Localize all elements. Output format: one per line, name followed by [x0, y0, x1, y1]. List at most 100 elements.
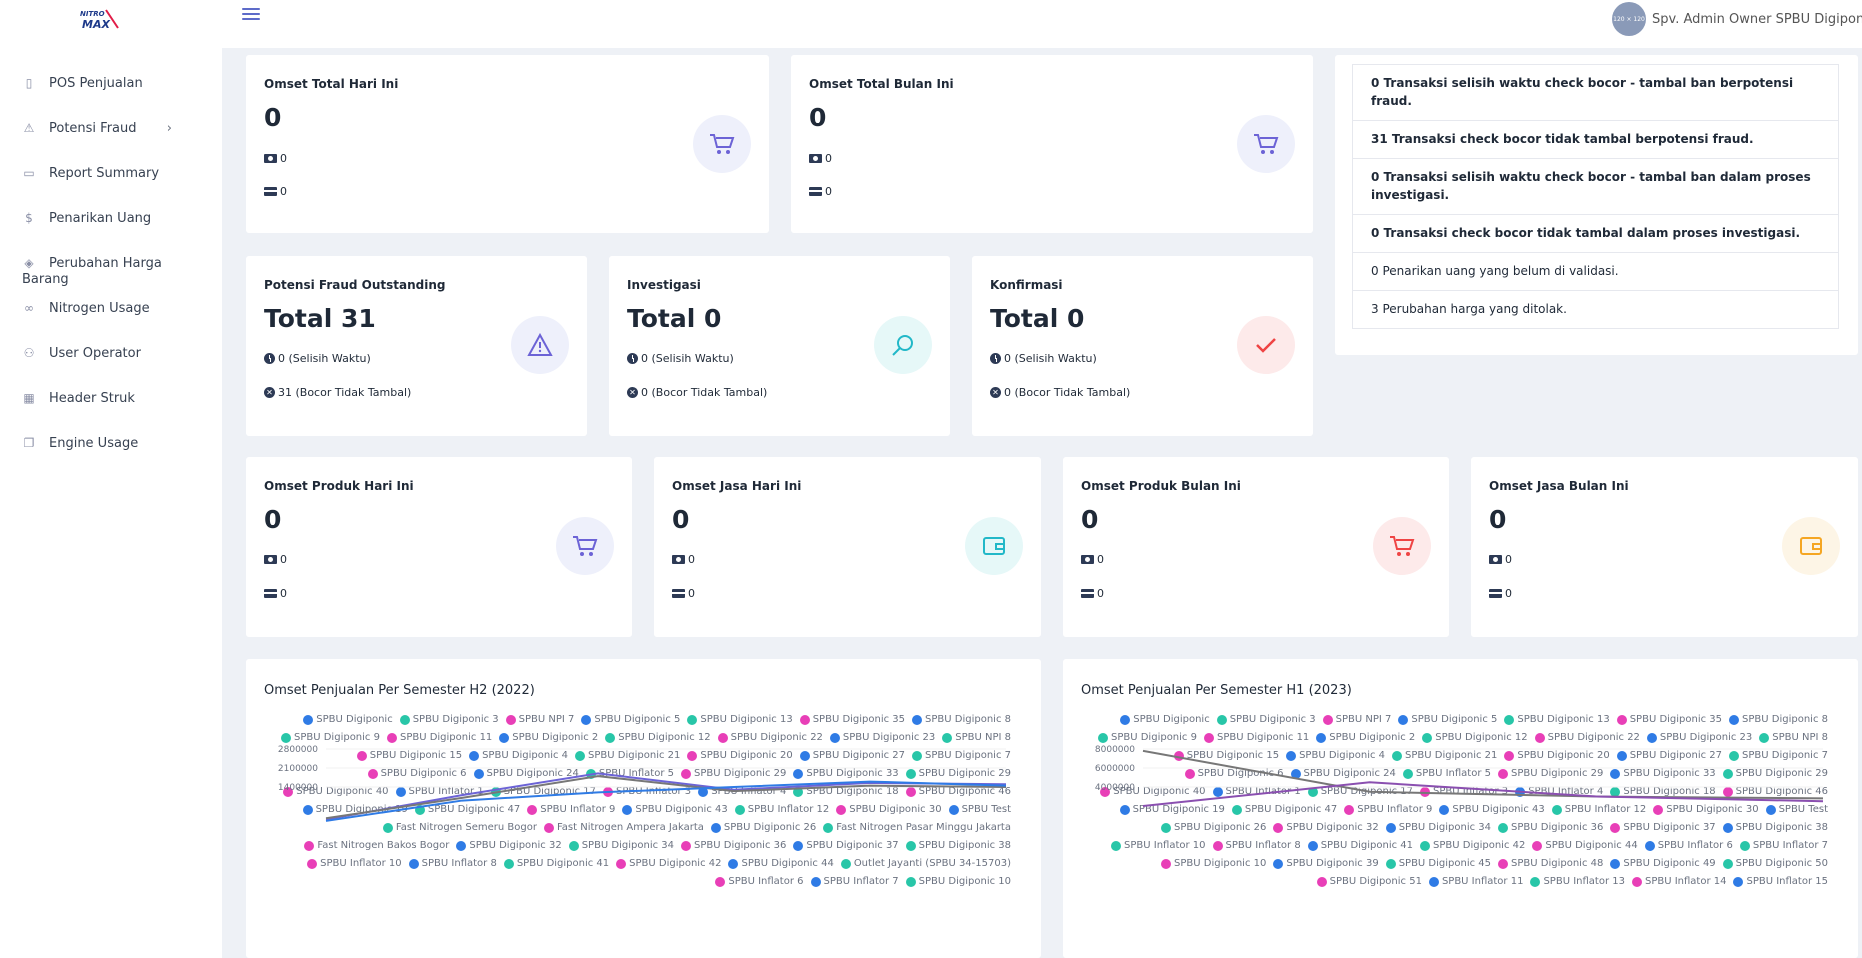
cash-icon [1081, 555, 1094, 564]
alert-item[interactable]: 3 Perubahan harga yang ditolak. [1352, 291, 1839, 329]
card-title: Omset Total Bulan Ini [809, 77, 954, 91]
chart-card-h2-2022: Omset Penjualan Per Semester H2 (2022) S… [246, 659, 1041, 958]
card-value: 0 [1489, 505, 1507, 534]
wallet-icon [1782, 517, 1840, 575]
search-icon [874, 316, 932, 374]
user-menu[interactable]: 120 × 120 Spv. Admin Owner SPBU Digiponi… [1612, 2, 1862, 36]
card-value: Total 0 [990, 304, 1085, 333]
sidebar-item-label: Report Summary [49, 166, 160, 181]
card-konfirmasi[interactable]: Konfirmasi Total 0 0 (Selisih Waktu) ✕ 0 … [972, 256, 1313, 436]
selisih-line: 0 (Selisih Waktu) [264, 352, 371, 365]
card-value: 0 [264, 505, 282, 534]
card-value-sub: 0 [280, 185, 287, 198]
card-value: 0 [809, 103, 827, 132]
cart-icon [1237, 115, 1295, 173]
card-value: 0 [264, 103, 282, 132]
credit-card-icon [1081, 589, 1094, 598]
card-value-sub: 0 [1505, 587, 1512, 600]
card-value-sub: 0 [688, 587, 695, 600]
menu-toggle-icon[interactable] [242, 8, 260, 22]
card-title: Omset Jasa Hari Ini [672, 479, 802, 493]
card-value-sub: 0 [1097, 587, 1104, 600]
sidebar-item-engine-usage[interactable]: ❐ Engine Usage [0, 430, 222, 475]
chart-plot: 2800000 2100000 1400000 [278, 745, 1007, 822]
card-potensi-fraud[interactable]: Potensi Fraud Outstanding Total 31 0 (Se… [246, 256, 587, 436]
dollar-icon: $ [25, 211, 33, 225]
sidebar-item-label: Header Struk [49, 391, 135, 406]
sidebar-item-label: Penarikan Uang [49, 211, 152, 226]
card-investigasi[interactable]: Investigasi Total 0 0 (Selisih Waktu) ✕ 0… [609, 256, 950, 436]
card-line: 0 [1489, 587, 1512, 600]
bocor-text: 0 (Bocor Tidak Tambal) [641, 386, 768, 399]
alert-item[interactable]: 31 Transaksi check bocor tidak tambal be… [1352, 121, 1839, 159]
sidebar-item-report-summary[interactable]: ▭ Report Summary [0, 160, 222, 205]
user-icon: ⚇ [23, 346, 35, 360]
card-title: Potensi Fraud Outstanding [264, 278, 446, 292]
y-tick-label: 2100000 [278, 764, 318, 774]
alert-item[interactable]: 0 Transaksi selisih waktu check bocor - … [1352, 64, 1839, 121]
infinity-icon: ∞ [24, 301, 34, 315]
cash-value: 0 [1097, 553, 1104, 566]
clock-icon [264, 353, 275, 364]
sidebar-item-header-struk[interactable]: ▦ Header Struk [0, 385, 222, 430]
selisih-line: 0 (Selisih Waktu) [627, 352, 734, 365]
y-tick-label: 2800000 [278, 745, 318, 755]
selisih-text: 0 (Selisih Waktu) [641, 352, 734, 365]
clock-icon [990, 353, 1001, 364]
cart-icon [1373, 517, 1431, 575]
credit-card-icon [809, 187, 822, 196]
selisih-line: 0 (Selisih Waktu) [990, 352, 1097, 365]
credit-card-icon [264, 589, 277, 598]
bocor-line: ✕ 0 (Bocor Tidak Tambal) [990, 386, 1130, 399]
credit-card-icon [264, 187, 277, 196]
series-line [325, 772, 1007, 821]
sidebar-item-nitrogen-usage[interactable]: ∞ Nitrogen Usage [0, 295, 222, 340]
sidebar-item-label: Perubahan Harga Barang [22, 256, 162, 287]
svg-text:NITRO: NITRO [80, 10, 105, 18]
card-line: 0 [672, 587, 695, 600]
chart-plot: 8000000 6000000 4000000 [1095, 745, 1824, 807]
card-title: Konfirmasi [990, 278, 1063, 292]
alert-item[interactable]: 0 Penarikan uang yang belum di validasi. [1352, 253, 1839, 291]
chevron-right-icon: › [166, 121, 172, 136]
card-omset-jasa-hari: Omset Jasa Hari Ini 0 0 0 [654, 457, 1041, 637]
sidebar-item-label: Potensi Fraud [49, 121, 137, 136]
card-title: Omset Total Hari Ini [264, 77, 399, 91]
card-line: 0 [809, 185, 832, 198]
warning-icon [511, 316, 569, 374]
avatar[interactable]: 120 × 120 [1612, 2, 1646, 36]
wallet-icon [965, 517, 1023, 575]
card-value-sub: 0 [825, 185, 832, 198]
monitor-icon: ▭ [23, 166, 35, 180]
y-tick-label: 6000000 [1095, 764, 1135, 774]
nitromax-logo[interactable]: NITRO MAX [78, 6, 124, 32]
cash-line: 0 [264, 553, 287, 566]
sidebar-item-label: Engine Usage [49, 436, 139, 451]
svg-text:MAX: MAX [82, 18, 110, 31]
cart-icon [556, 517, 614, 575]
user-name[interactable]: Spv. Admin Owner SPBU Digiponic [1652, 12, 1862, 27]
cash-line: 0 [672, 553, 695, 566]
sidebar-item-penarikan-uang[interactable]: $ Penarikan Uang [0, 205, 222, 250]
series-line [1142, 749, 1824, 800]
credit-card-icon [672, 589, 685, 598]
card-value: Total 31 [264, 304, 376, 333]
sidebar-item-perubahan-harga-barang[interactable]: ◈ Perubahan Harga Barang [0, 250, 222, 295]
chart-card-h1-2023: Omset Penjualan Per Semester H1 (2023) S… [1063, 659, 1858, 958]
cash-icon [809, 154, 822, 163]
layers-icon: ◈ [24, 256, 34, 270]
bocor-line: ✕ 0 (Bocor Tidak Tambal) [627, 386, 767, 399]
card-line: 0 [264, 185, 287, 198]
cash-line: 0 [1081, 553, 1104, 566]
topbar: 120 × 120 Spv. Admin Owner SPBU Digiponi… [222, 0, 1862, 48]
card-omset-total-hari: Omset Total Hari Ini 0 0 0 [246, 55, 769, 233]
x-circle-icon: ✕ [627, 387, 638, 398]
sidebar-item-user-operator[interactable]: ⚇ User Operator [0, 340, 222, 385]
alert-item[interactable]: 0 Transaksi check bocor tidak tambal dal… [1352, 215, 1839, 253]
y-tick-label: 4000000 [1095, 783, 1135, 793]
sidebar-item-potensi-fraud[interactable]: ⚠ Potensi Fraud › [0, 115, 222, 160]
alert-item[interactable]: 0 Transaksi selisih waktu check bocor - … [1352, 159, 1839, 215]
card-omset-produk-hari: Omset Produk Hari Ini 0 0 0 [246, 457, 632, 637]
card-omset-jasa-bulan: Omset Jasa Bulan Ini 0 0 0 [1471, 457, 1858, 637]
sidebar-item-pos-penjualan[interactable]: ▯ POS Penjualan [0, 70, 222, 115]
